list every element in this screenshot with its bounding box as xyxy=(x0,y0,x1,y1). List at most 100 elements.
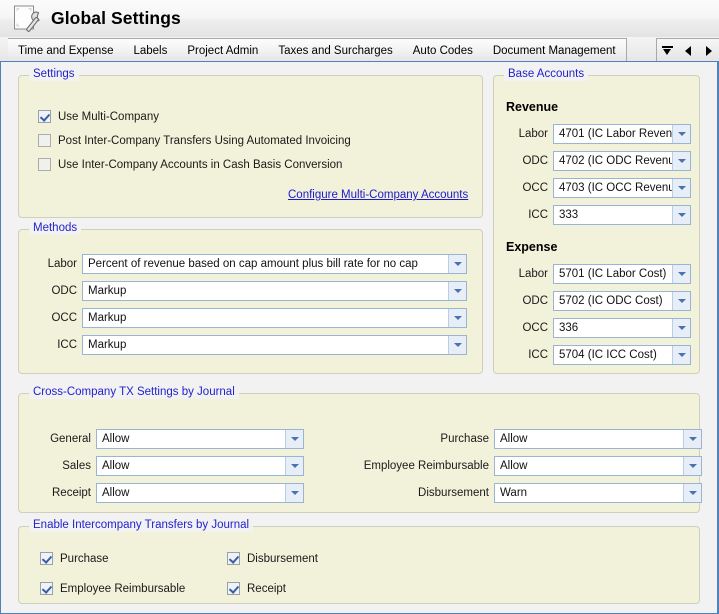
tab-strip: Time and Expense Labels Project Admin Ta… xyxy=(0,37,719,62)
tab-label: Time and Expense xyxy=(18,44,114,57)
chevron-down-icon[interactable] xyxy=(285,484,303,502)
combo-value: Markup xyxy=(88,312,127,324)
methods-label-icc: ICC xyxy=(57,339,77,351)
checkbox-row-purchase[interactable]: Purchase xyxy=(40,552,109,565)
tab-label: Taxes and Surcharges xyxy=(278,44,393,57)
revenue-combo-occ[interactable]: 4703 (IC OCC Revenue xyxy=(553,178,691,198)
expense-heading: Expense xyxy=(506,240,558,254)
checkbox-row-employee-reimbursable[interactable]: Employee Reimbursable xyxy=(40,582,185,595)
chevron-down-icon[interactable] xyxy=(285,430,303,448)
checkbox-row-receipt[interactable]: Receipt xyxy=(227,582,286,595)
combo-value: Allow xyxy=(102,433,130,445)
base-accounts-group: Base Accounts Revenue Labor 4701 (IC Lab… xyxy=(493,68,700,374)
chevron-down-icon[interactable] xyxy=(672,179,690,197)
expense-combo-odc[interactable]: 5702 (IC ODC Cost) xyxy=(553,291,691,311)
expense-label-occ: OCC xyxy=(522,322,548,334)
combo-value: Allow xyxy=(102,460,130,472)
cross-company-combo-sales[interactable]: Allow xyxy=(96,456,304,476)
checkbox-label: Post Inter-Company Transfers Using Autom… xyxy=(58,134,351,147)
expense-label-odc: ODC xyxy=(522,295,548,307)
methods-combo-occ[interactable]: Markup xyxy=(82,308,467,328)
methods-combo-odc[interactable]: Markup xyxy=(82,281,467,301)
chevron-down-icon[interactable] xyxy=(672,292,690,310)
tab-label: Document Management xyxy=(492,44,616,57)
chevron-down-icon[interactable] xyxy=(683,457,701,475)
cross-company-label-disbursement: Disbursement xyxy=(418,487,489,499)
revenue-combo-labor[interactable]: 4701 (IC Labor Revenu xyxy=(553,124,691,144)
cross-company-label-general: General xyxy=(50,433,91,445)
methods-combo-labor[interactable]: Percent of revenue based on cap amount p… xyxy=(82,254,467,274)
cross-company-label-sales: Sales xyxy=(62,460,91,472)
combo-value: Warn xyxy=(500,487,528,499)
revenue-combo-icc[interactable]: 333 xyxy=(553,205,691,225)
combo-value: Allow xyxy=(500,460,528,472)
cross-company-combo-receipt[interactable]: Allow xyxy=(96,483,304,503)
revenue-label-icc: ICC xyxy=(528,209,548,221)
chevron-down-icon[interactable] xyxy=(448,255,466,273)
checkbox-disbursement[interactable] xyxy=(227,552,240,565)
checkbox-row-disbursement[interactable]: Disbursement xyxy=(227,552,318,565)
base-accounts-group-legend: Base Accounts xyxy=(504,68,589,81)
chevron-down-icon[interactable] xyxy=(672,125,690,143)
expense-combo-occ[interactable]: 336 xyxy=(553,318,691,338)
chevron-down-icon[interactable] xyxy=(672,206,690,224)
methods-label-odc: ODC xyxy=(51,285,77,297)
chevron-down-icon[interactable] xyxy=(672,319,690,337)
methods-combo-icc[interactable]: Markup xyxy=(82,335,467,355)
tab-auto-codes[interactable]: Auto Codes xyxy=(402,38,484,62)
settings-content-pane: Settings Use Multi-Company Post Inter-Co… xyxy=(0,61,719,614)
settings-group: Settings Use Multi-Company Post Inter-Co… xyxy=(18,68,483,218)
tab-document-management[interactable]: Document Management xyxy=(482,38,627,62)
tab-taxes-and-surcharges[interactable]: Taxes and Surcharges xyxy=(268,38,404,62)
expense-label-icc: ICC xyxy=(528,349,548,361)
chevron-down-icon[interactable] xyxy=(672,152,690,170)
checkbox-receipt[interactable] xyxy=(227,582,240,595)
checkbox-purchase[interactable] xyxy=(40,552,53,565)
combo-value: Markup xyxy=(88,285,127,297)
configure-multi-company-accounts-link[interactable]: Configure Multi-Company Accounts xyxy=(288,189,468,201)
checkbox-label: Disbursement xyxy=(247,552,318,565)
chevron-down-icon[interactable] xyxy=(285,457,303,475)
chevron-down-icon[interactable] xyxy=(448,336,466,354)
chevron-down-icon[interactable] xyxy=(672,265,690,283)
checkbox-row-use-inter-company-accounts[interactable]: Use Inter-Company Accounts in Cash Basis… xyxy=(38,158,342,171)
checkbox-row-use-multi-company[interactable]: Use Multi-Company xyxy=(38,110,159,123)
combo-value: Percent of revenue based on cap amount p… xyxy=(88,258,418,270)
cross-company-combo-disbursement[interactable]: Warn xyxy=(494,483,702,503)
combo-value: 4702 (IC ODC Revenue xyxy=(559,155,672,167)
combo-value: Allow xyxy=(500,433,528,445)
tab-label: Auto Codes xyxy=(412,44,473,57)
tab-list-chevron-icon[interactable] xyxy=(660,42,675,60)
chevron-down-icon[interactable] xyxy=(448,309,466,327)
combo-value: 5704 (IC ICC Cost) xyxy=(559,349,657,361)
checkbox-row-post-inter-company-transfers[interactable]: Post Inter-Company Transfers Using Autom… xyxy=(38,134,351,147)
chevron-down-icon[interactable] xyxy=(448,282,466,300)
chevron-down-icon[interactable] xyxy=(683,430,701,448)
cross-company-label-employee-reimbursable: Employee Reimbursable xyxy=(363,460,489,472)
expense-combo-icc[interactable]: 5704 (IC ICC Cost) xyxy=(553,345,691,365)
tab-navigation xyxy=(656,38,719,62)
cross-company-combo-employee-reimbursable[interactable]: Allow xyxy=(494,456,702,476)
cross-company-combo-general[interactable]: Allow xyxy=(96,429,304,449)
expense-combo-labor[interactable]: 5701 (IC Labor Cost) xyxy=(553,264,691,284)
checkbox-label: Employee Reimbursable xyxy=(60,582,186,595)
combo-value: 5701 (IC Labor Cost) xyxy=(559,268,667,280)
cross-company-combo-purchase[interactable]: Allow xyxy=(494,429,702,449)
arrow-left-icon[interactable] xyxy=(680,42,695,60)
combo-value: Markup xyxy=(88,339,127,351)
checkbox-employee-reimbursable[interactable] xyxy=(40,582,53,595)
checkbox-use-multi-company[interactable] xyxy=(38,110,51,123)
tab-labels[interactable]: Labels xyxy=(123,38,179,62)
tab-project-admin[interactable]: Project Admin xyxy=(177,38,270,62)
revenue-label-occ: OCC xyxy=(522,182,548,194)
checkbox-post-inter-company-transfers[interactable] xyxy=(38,134,51,147)
arrow-right-icon[interactable] xyxy=(701,42,716,60)
tab-label: Labels xyxy=(133,44,168,57)
chevron-down-icon[interactable] xyxy=(672,346,690,364)
combo-value: 5702 (IC ODC Cost) xyxy=(559,295,663,307)
revenue-combo-odc[interactable]: 4702 (IC ODC Revenue xyxy=(553,151,691,171)
checkbox-label: Purchase xyxy=(60,552,109,565)
checkbox-use-inter-company-accounts[interactable] xyxy=(38,158,51,171)
tab-time-and-expense[interactable]: Time and Expense xyxy=(8,38,125,62)
chevron-down-icon[interactable] xyxy=(683,484,701,502)
